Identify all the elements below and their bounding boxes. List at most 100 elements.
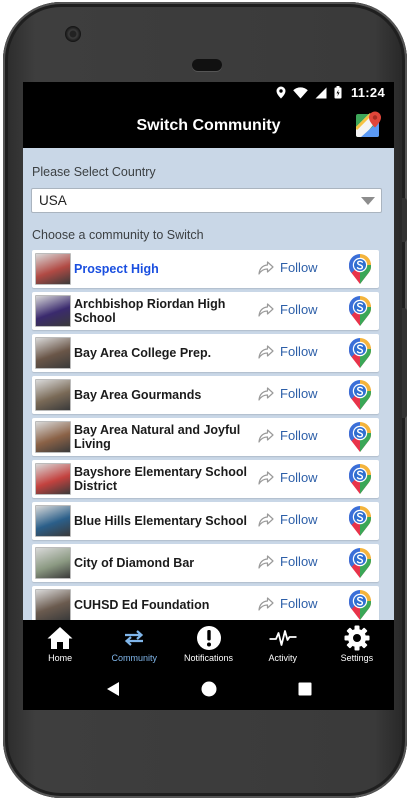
wifi-icon xyxy=(293,86,308,98)
switch-community-icon[interactable] xyxy=(348,421,372,453)
community-name[interactable]: Prospect High xyxy=(74,250,254,288)
tab-settings-label: Settings xyxy=(340,653,374,663)
tab-notifications[interactable]: Notifications xyxy=(171,620,245,668)
community-row[interactable]: Bay Area College Prep. Follow xyxy=(32,334,379,372)
community-thumbnail xyxy=(35,421,71,453)
share-arrow-icon xyxy=(258,386,274,401)
share-arrow-icon xyxy=(258,470,274,485)
location-icon xyxy=(276,86,286,99)
share-arrow-icon xyxy=(258,596,274,611)
swap-arrows-icon xyxy=(125,630,144,646)
tab-settings[interactable]: Settings xyxy=(320,620,394,668)
share-arrow-icon xyxy=(258,428,274,443)
recents-icon[interactable] xyxy=(298,682,312,696)
follow-label: Follow xyxy=(280,428,318,443)
back-icon[interactable] xyxy=(106,681,120,697)
tab-home[interactable]: Home xyxy=(23,620,97,668)
country-select[interactable]: USA xyxy=(31,188,382,213)
share-arrow-icon xyxy=(258,554,274,569)
community-row[interactable]: Blue Hills Elementary School Follow xyxy=(32,502,379,540)
follow-label: Follow xyxy=(280,344,318,359)
community-row[interactable]: City of Diamond Bar Follow xyxy=(32,544,379,582)
gear-icon xyxy=(344,625,370,651)
community-name[interactable]: Bay Area Gourmands xyxy=(74,376,254,414)
community-name[interactable]: Bayshore Elementary School District xyxy=(74,460,254,498)
page-title: Switch Community xyxy=(136,116,281,134)
app-bar: Switch Community xyxy=(23,103,394,148)
switch-community-icon[interactable] xyxy=(348,547,372,579)
follow-button[interactable]: Follow xyxy=(258,344,318,359)
follow-label: Follow xyxy=(280,302,318,317)
tab-home-label: Home xyxy=(48,653,73,663)
community-name[interactable]: Bay Area Natural and Joyful Living xyxy=(74,418,254,456)
follow-label: Follow xyxy=(280,512,318,527)
status-time: 11:24 xyxy=(350,85,385,100)
switch-community-icon[interactable] xyxy=(348,463,372,495)
share-arrow-icon xyxy=(258,344,274,359)
follow-label: Follow xyxy=(280,260,318,275)
switch-community-icon[interactable] xyxy=(348,295,372,327)
follow-button[interactable]: Follow xyxy=(258,596,318,611)
follow-button[interactable]: Follow xyxy=(258,386,318,401)
power-button xyxy=(402,308,407,418)
tab-community[interactable]: Community xyxy=(97,620,171,668)
chevron-down-icon xyxy=(361,197,375,205)
follow-button[interactable]: Follow xyxy=(258,302,318,317)
community-row[interactable]: CUHSD Ed Foundation Follow xyxy=(32,586,379,624)
alert-icon xyxy=(196,626,221,650)
follow-button[interactable]: Follow xyxy=(258,428,318,443)
switch-community-icon[interactable] xyxy=(348,379,372,411)
status-bar: 11:24 xyxy=(23,82,394,103)
follow-label: Follow xyxy=(280,470,318,485)
country-select-label: Please Select Country xyxy=(32,165,156,179)
community-name[interactable]: Archbishop Riordan High School xyxy=(74,292,254,330)
tab-community-label: Community xyxy=(111,653,158,663)
front-camera xyxy=(65,26,81,42)
community-thumbnail xyxy=(35,547,71,579)
pulse-icon xyxy=(269,630,297,646)
share-arrow-icon xyxy=(258,260,274,275)
switch-community-icon[interactable] xyxy=(348,505,372,537)
community-row[interactable]: Prospect High Follow xyxy=(32,250,379,288)
follow-label: Follow xyxy=(280,386,318,401)
home-icon xyxy=(47,627,73,649)
follow-button[interactable]: Follow xyxy=(258,260,318,275)
share-arrow-icon xyxy=(258,512,274,527)
community-row[interactable]: Archbishop Riordan High School Follow xyxy=(32,292,379,330)
country-select-value: USA xyxy=(39,193,67,208)
follow-button[interactable]: Follow xyxy=(258,512,318,527)
switch-community-icon[interactable] xyxy=(348,253,372,285)
community-thumbnail xyxy=(35,505,71,537)
community-thumbnail xyxy=(35,379,71,411)
switch-community-icon[interactable] xyxy=(348,589,372,621)
community-name[interactable]: Blue Hills Elementary School xyxy=(74,502,254,540)
content-area: Please Select Country USA Choose a commu… xyxy=(23,148,394,624)
follow-button[interactable]: Follow xyxy=(258,554,318,569)
community-row[interactable]: Bayshore Elementary School District Follo… xyxy=(32,460,379,498)
community-name[interactable]: City of Diamond Bar xyxy=(74,544,254,582)
follow-button[interactable]: Follow xyxy=(258,470,318,485)
community-thumbnail xyxy=(35,589,71,621)
community-name[interactable]: CUHSD Ed Foundation xyxy=(74,586,254,624)
volume-button xyxy=(402,198,407,242)
community-name[interactable]: Bay Area College Prep. xyxy=(74,334,254,372)
home-button-icon[interactable] xyxy=(201,681,217,697)
screen: 11:24 Switch Community Please Select Cou… xyxy=(23,82,394,710)
community-thumbnail xyxy=(35,295,71,327)
tab-activity-label: Activity xyxy=(268,653,297,663)
follow-label: Follow xyxy=(280,554,318,569)
earpiece-speaker xyxy=(192,59,222,71)
maps-icon[interactable] xyxy=(356,111,382,137)
community-row[interactable]: Bay Area Gourmands Follow xyxy=(32,376,379,414)
tab-notifications-label: Notifications xyxy=(183,653,234,663)
community-thumbnail xyxy=(35,253,71,285)
android-nav-bar xyxy=(23,668,394,710)
share-arrow-icon xyxy=(258,302,274,317)
phone-frame: 11:24 Switch Community Please Select Cou… xyxy=(3,2,407,798)
community-thumbnail xyxy=(35,337,71,369)
community-thumbnail xyxy=(35,463,71,495)
follow-label: Follow xyxy=(280,596,318,611)
switch-community-icon[interactable] xyxy=(348,337,372,369)
tab-activity[interactable]: Activity xyxy=(246,620,320,668)
community-row[interactable]: Bay Area Natural and Joyful Living Follow xyxy=(32,418,379,456)
